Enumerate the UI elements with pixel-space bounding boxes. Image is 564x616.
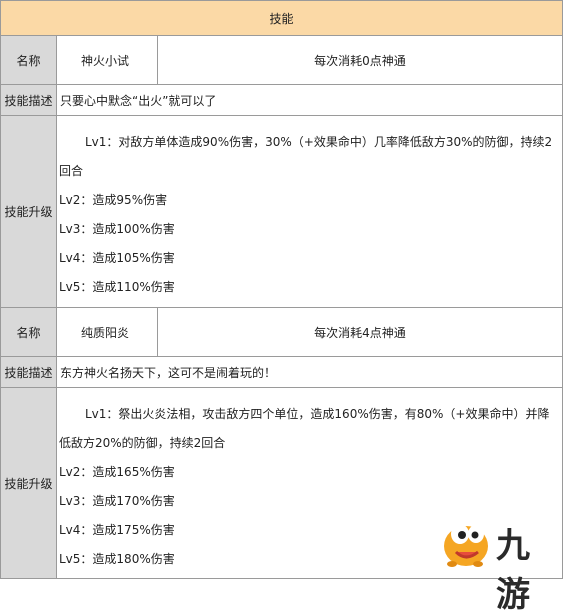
skill2-name-label: 名称 (1, 308, 56, 356)
skill2-cost: 每次消耗4点神通 (314, 325, 406, 340)
jiuyou-logo-text: 九游 (496, 526, 531, 615)
skill1-lv3: Lv3：造成100%伤害 (59, 222, 175, 236)
skill2-lv5: Lv5：造成180%伤害 (59, 552, 175, 566)
skill1-cost: 每次消耗0点神通 (314, 53, 406, 68)
skill2-lv4: Lv4：造成175%伤害 (59, 523, 175, 537)
skill1-lv2: Lv2：造成95%伤害 (59, 193, 168, 207)
skill-table: 技能 名称 神火小试 每次消耗0点神通 技能描述 只要心中默念“出火”就可以了 … (0, 0, 563, 579)
skill1-upgrade-list: Lv1：对敌方单体造成90%伤害，30%（+效果命中）几率降低敌方30%的防御，… (59, 116, 561, 307)
table-header: 技能 (1, 1, 562, 36)
grid-line (1, 115, 562, 116)
skill1-description: 只要心中默念“出火”就可以了 (60, 93, 217, 108)
skill1-lv1-line2: 回合 (59, 164, 84, 178)
skill1-lv5: Lv5：造成110%伤害 (59, 280, 175, 294)
skill1-lv4: Lv4：造成105%伤害 (59, 251, 175, 265)
grid-line (1, 356, 562, 357)
grid-line (1, 307, 562, 308)
grid-line (1, 387, 562, 388)
skill1-name: 神火小试 (81, 53, 130, 68)
grid-line (56, 36, 57, 579)
grid-line (1, 84, 562, 85)
skill2-lv1-line2: 低敌方20%的防御，持续2回合 (59, 436, 226, 450)
skill2-desc-label: 技能描述 (1, 357, 56, 387)
skill1-name-label: 名称 (1, 36, 56, 84)
skill2-lv3: Lv3：造成170%伤害 (59, 494, 175, 508)
grid-line (157, 308, 158, 356)
skill2-description: 东方神火名扬天下，这可不是闹着玩的！ (60, 365, 277, 380)
skill1-upgrade-label: 技能升级 (1, 116, 56, 307)
skill1-lv1-line1: Lv1：对敌方单体造成90%伤害，30%（+效果命中）几率降低敌方30%的防御，… (85, 135, 553, 149)
skill2-lv1-line1: Lv1：祭出火炎法相，攻击敌方四个单位，造成160%伤害，有80%（+效果命中）… (85, 407, 550, 421)
skill2-name: 纯质阳炎 (81, 325, 130, 340)
skill1-desc-label: 技能描述 (1, 85, 56, 115)
skill2-upgrade-label: 技能升级 (1, 388, 56, 578)
skill2-lv2: Lv2：造成165%伤害 (59, 465, 175, 479)
grid-line (157, 36, 158, 84)
